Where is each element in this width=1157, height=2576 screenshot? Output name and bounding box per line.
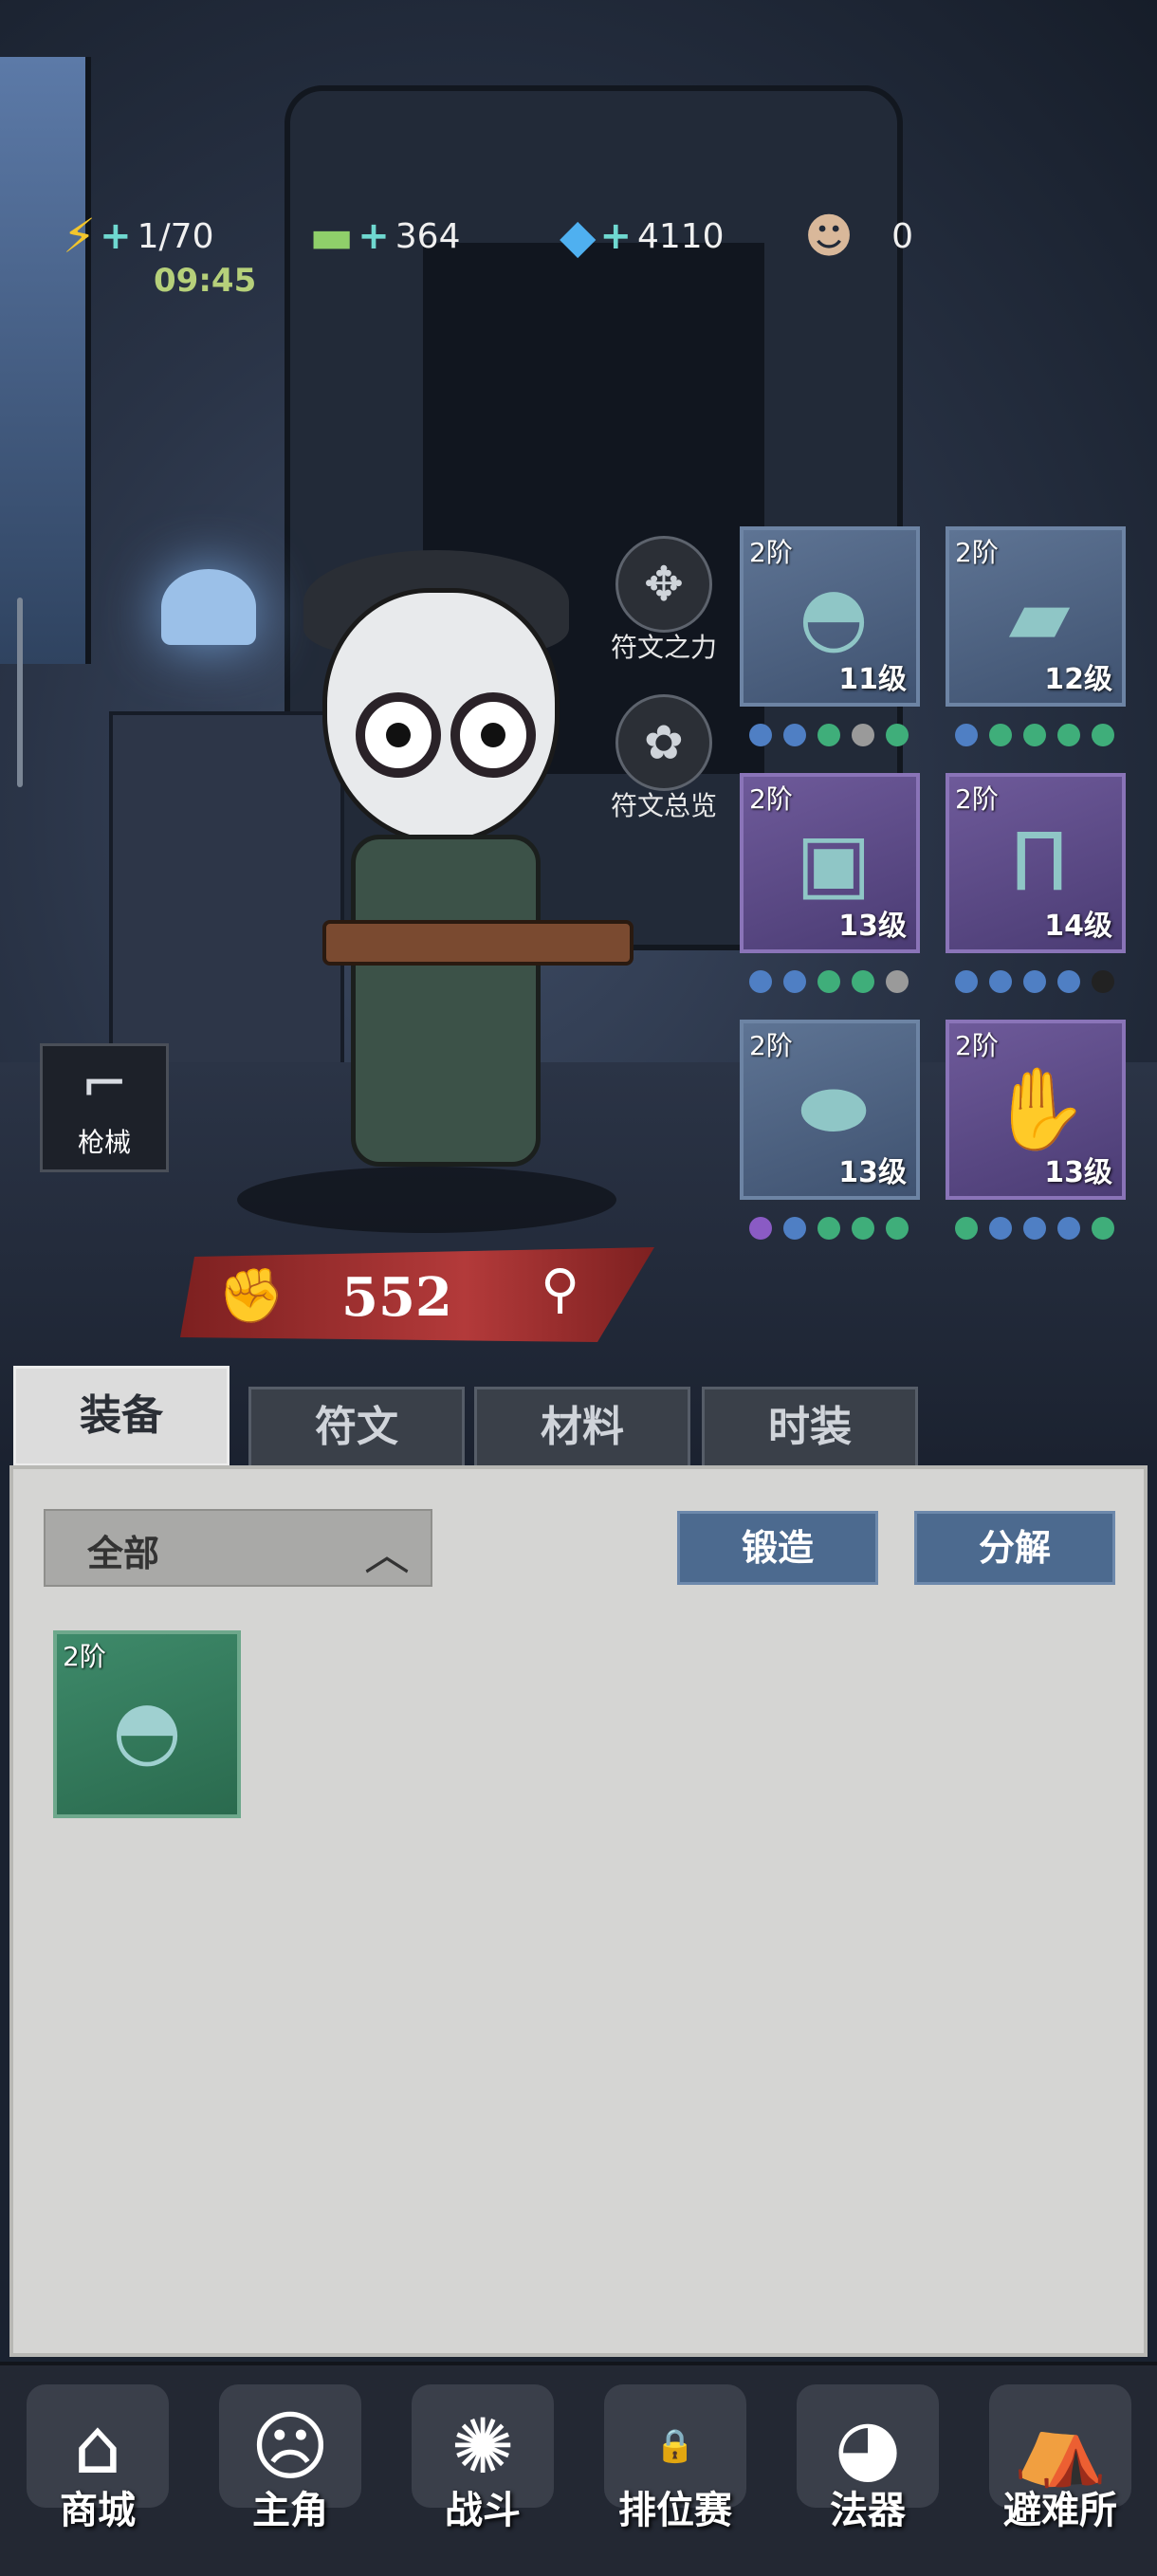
gem-socket [783,1217,806,1240]
gloves-icon: ✋ [989,1062,1090,1155]
tab-runes[interactable]: 符文 [248,1387,465,1468]
gem-socket [886,970,909,993]
magnifier-icon[interactable]: ⚲ [541,1259,579,1320]
equipment-slot-torn-cloth[interactable]: 2阶 ▰ 12级 [946,526,1126,707]
nav-artifact[interactable]: ◕ 法器 [773,2384,963,2534]
combat-power-value: 552 [341,1266,452,1329]
pants-icon: Π [1009,816,1070,909]
equipment-slot-gloves[interactable]: 2阶 ✋ 13级 [946,1020,1126,1200]
inventory-item[interactable]: 2阶 ◓ [53,1630,241,1818]
filter-dropdown[interactable]: 全部 ︿ [44,1509,432,1587]
gem-socket [886,724,909,746]
chevron-up-icon: ︿ [363,1528,410,1581]
nav-hero[interactable]: ☹ 主角 [195,2384,385,2534]
cash-icon: ▬ [309,209,355,264]
gem-icon: ◆ [560,209,597,264]
inventory-panel: 全部 ︿ 锻造 分解 2阶 ◓ [9,1465,1148,2357]
gem-socket [989,1217,1012,1240]
torn-cloth-icon: ▰ [1008,569,1071,662]
gem-socket [852,724,874,746]
equipment-slot-cap[interactable]: 2阶 ◓ 11级 [740,526,920,707]
jacket-icon: ▣ [796,816,872,909]
window [0,57,91,664]
bottom-nav: ⌂ 商城 ☹ 主角 ✺ 战斗 🔒 排位赛 ◕ 法器 ⛺ 避难所 [0,2362,1157,2576]
rifle [322,920,634,966]
rune-overview-icon: ✿ [615,694,712,791]
character-head-icon: ☻ [804,209,854,264]
gem-socket [749,724,772,746]
gem-socket [1023,970,1046,993]
decompose-button[interactable]: 分解 [914,1511,1115,1585]
inventory-tabs: 装备 符文 材料 时装 [0,1366,1157,1468]
gem-socket [783,970,806,993]
gem-socket [989,724,1012,746]
nav-shop[interactable]: ⌂ 商城 [3,2384,193,2534]
tab-fashion[interactable]: 时装 [702,1387,918,1468]
add-gem-icon[interactable]: + [599,214,632,258]
energy-counter[interactable]: ⚡ + 1/70 [63,209,213,264]
nav-ranked[interactable]: 🔒 排位赛 [580,2384,770,2534]
gem-socket [817,970,840,993]
rune-power-icon: ✥ [615,536,712,633]
gem-socket [817,724,840,746]
gem-sockets [955,724,1114,746]
gem-socket [955,724,978,746]
fist-icon: ✊ [218,1265,285,1327]
gem-sockets [749,1217,909,1240]
gem-socket [852,970,874,993]
gem-socket [955,970,978,993]
gem-socket [955,1217,978,1240]
equipment-slot-shoes[interactable]: 2阶 ⬬ 13级 [740,1020,920,1200]
combat-power-banner: ✊ 552 ⚲ [180,1247,654,1342]
gem-sockets [749,724,909,746]
forge-button[interactable]: 锻造 [677,1511,878,1585]
gem-sockets [955,970,1114,993]
scroll-indicator [17,598,23,787]
tab-materials[interactable]: 材料 [474,1387,690,1468]
tab-equipment[interactable]: 装备 [13,1366,230,1466]
ally-counter[interactable]: ☻ 0 [804,209,913,264]
equipment-slot-pants[interactable]: 2阶 Π 14级 [946,773,1126,953]
rune-power-button[interactable]: ✥ 符文之力 [607,536,721,665]
gem-socket [1092,724,1114,746]
hero-character [285,550,645,1214]
gem-socket [783,724,806,746]
gem-socket [1023,1217,1046,1240]
rune-overview-button[interactable]: ✿ 符文总览 [607,694,721,823]
gem-socket [852,1217,874,1240]
gem-sockets [955,1217,1114,1240]
energy-timer: 09:45 [154,262,257,300]
shoes-icon: ⬬ [799,1062,868,1155]
gem-counter[interactable]: ◆ + 4110 [560,209,725,264]
cap-icon: ◓ [112,1683,182,1776]
revolver-icon: ⌐ [80,1051,129,1117]
add-energy-icon[interactable]: + [100,214,132,258]
gem-socket [989,970,1012,993]
equipment-slot-jacket[interactable]: 2阶 ▣ 13级 [740,773,920,953]
cash-counter[interactable]: ▬ + 364 [309,209,460,264]
lamp [161,569,256,645]
lightning-icon: ⚡ [63,209,97,264]
lock-icon: 🔒 [654,2427,696,2465]
gem-sockets [749,970,909,993]
add-cash-icon[interactable]: + [358,214,390,258]
gem-socket [749,970,772,993]
gem-socket [1057,724,1080,746]
gem-socket [1023,724,1046,746]
gem-socket [817,1217,840,1240]
gem-socket [749,1217,772,1240]
gem-socket [1092,1217,1114,1240]
nav-battle[interactable]: ✺ 战斗 [388,2384,578,2534]
gem-socket [1092,970,1114,993]
cap-icon: ◓ [799,569,869,662]
gem-socket [1057,1217,1080,1240]
nav-shelter[interactable]: ⛺ 避难所 [965,2384,1155,2534]
gem-socket [886,1217,909,1240]
gem-socket [1057,970,1080,993]
weapon-button[interactable]: ⌐ 枪械 [40,1043,169,1172]
